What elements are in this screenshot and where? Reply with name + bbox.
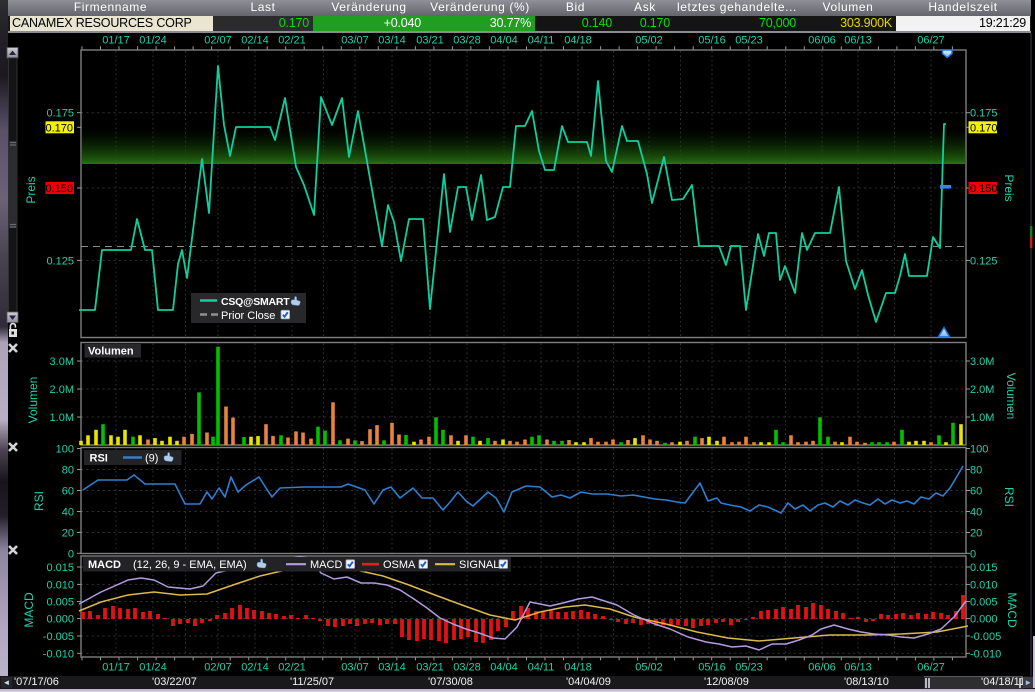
svg-text:1.0M: 1.0M xyxy=(970,412,994,424)
svg-text:06/06: 06/06 xyxy=(808,35,836,47)
svg-text:06/27: 06/27 xyxy=(917,35,945,47)
svg-text:04/04: 04/04 xyxy=(490,662,518,674)
svg-text:0.000: 0.000 xyxy=(46,614,74,626)
svg-text:-0.010: -0.010 xyxy=(970,648,1001,660)
svg-text:-0.010: -0.010 xyxy=(43,648,74,660)
svg-text:SIGNAL: SIGNAL xyxy=(459,559,499,571)
svg-text:0.000: 0.000 xyxy=(970,614,998,626)
svg-text:04/11: 04/11 xyxy=(528,662,555,674)
svg-text:02/14: 02/14 xyxy=(241,35,269,47)
svg-text:Prior Close: Prior Close xyxy=(221,310,275,322)
svg-text:(9): (9) xyxy=(145,453,158,465)
svg-text:RSI: RSI xyxy=(32,491,46,511)
svg-text:Volumen: Volumen xyxy=(88,346,134,358)
svg-text:03/07: 03/07 xyxy=(341,35,369,47)
svg-text:20: 20 xyxy=(62,528,74,540)
svg-text:100: 100 xyxy=(56,444,74,456)
svg-text:MACD: MACD xyxy=(88,559,121,571)
svg-text:1.0M: 1.0M xyxy=(50,412,74,424)
svg-text:MACD: MACD xyxy=(22,592,36,628)
svg-text:0.170: 0.170 xyxy=(970,122,998,134)
svg-text:0.015: 0.015 xyxy=(970,562,998,574)
svg-text:03/21: 03/21 xyxy=(416,35,444,47)
svg-text:40: 40 xyxy=(62,507,74,519)
svg-text:01/17: 01/17 xyxy=(102,662,130,674)
svg-text:100: 100 xyxy=(970,444,988,456)
svg-text:03/14: 03/14 xyxy=(378,662,406,674)
svg-text:03/21: 03/21 xyxy=(416,662,444,674)
svg-text:MACD: MACD xyxy=(1005,592,1019,628)
svg-text:0.010: 0.010 xyxy=(970,579,998,591)
svg-text:04/18: 04/18 xyxy=(564,662,592,674)
svg-text:CSQ@SMART: CSQ@SMART xyxy=(221,296,290,308)
svg-text:3.0M: 3.0M xyxy=(50,356,74,368)
svg-text:RSI: RSI xyxy=(1002,487,1016,507)
svg-text:2.0M: 2.0M xyxy=(50,384,74,396)
svg-text:-0.005: -0.005 xyxy=(43,631,74,643)
svg-text:40: 40 xyxy=(970,507,982,519)
svg-text:03/28: 03/28 xyxy=(453,662,481,674)
svg-text:05/16: 05/16 xyxy=(698,35,726,47)
svg-text:MACD: MACD xyxy=(310,559,342,571)
svg-text:06/13: 06/13 xyxy=(844,35,872,47)
svg-text:02/21: 02/21 xyxy=(278,35,306,47)
svg-text:Volumen: Volumen xyxy=(26,377,40,424)
svg-text:Preis: Preis xyxy=(24,176,38,203)
svg-text:0.015: 0.015 xyxy=(46,562,74,574)
svg-text:05/23: 05/23 xyxy=(735,662,763,674)
svg-text:0: 0 xyxy=(970,548,976,560)
svg-text:0.125: 0.125 xyxy=(970,255,998,267)
svg-text:80: 80 xyxy=(62,465,74,477)
svg-text:0.150: 0.150 xyxy=(45,183,73,195)
svg-text:0.170: 0.170 xyxy=(45,122,73,134)
svg-text:0.175: 0.175 xyxy=(970,108,998,120)
svg-text:-0.005: -0.005 xyxy=(970,631,1001,643)
svg-text:01/24: 01/24 xyxy=(139,662,167,674)
svg-text:0.175: 0.175 xyxy=(46,108,74,120)
svg-text:Volumen: Volumen xyxy=(1004,373,1018,420)
svg-text:03/07: 03/07 xyxy=(341,662,369,674)
svg-text:60: 60 xyxy=(62,486,74,498)
svg-text:0: 0 xyxy=(68,548,74,560)
svg-text:04/11: 04/11 xyxy=(528,35,555,47)
svg-text:0.125: 0.125 xyxy=(46,255,74,267)
svg-text:2.0M: 2.0M xyxy=(970,384,994,396)
svg-text:03/28: 03/28 xyxy=(453,35,481,47)
svg-text:RSI: RSI xyxy=(90,453,108,465)
svg-text:02/07: 02/07 xyxy=(204,662,232,674)
svg-text:05/23: 05/23 xyxy=(735,35,763,47)
svg-text:05/02: 05/02 xyxy=(635,35,663,47)
svg-text:OSMA: OSMA xyxy=(383,559,416,571)
svg-text:0.005: 0.005 xyxy=(46,597,74,609)
svg-text:05/16: 05/16 xyxy=(698,662,726,674)
svg-text:20: 20 xyxy=(970,528,982,540)
svg-text:03/14: 03/14 xyxy=(378,35,406,47)
svg-text:80: 80 xyxy=(970,465,982,477)
svg-text:3.0M: 3.0M xyxy=(970,356,994,368)
svg-text:0.005: 0.005 xyxy=(970,597,998,609)
svg-text:04/18: 04/18 xyxy=(564,35,592,47)
svg-text:06/06: 06/06 xyxy=(808,662,836,674)
svg-text:01/17: 01/17 xyxy=(102,35,130,47)
svg-text:0.010: 0.010 xyxy=(46,579,74,591)
svg-text:04/04: 04/04 xyxy=(490,35,518,47)
svg-text:Preis: Preis xyxy=(1002,174,1016,201)
svg-text:(12, 26, 9 - EMA, EMA): (12, 26, 9 - EMA, EMA) xyxy=(133,559,247,571)
svg-text:02/07: 02/07 xyxy=(204,35,232,47)
svg-text:05/02: 05/02 xyxy=(635,662,663,674)
svg-text:02/14: 02/14 xyxy=(241,662,269,674)
svg-text:06/27: 06/27 xyxy=(917,662,945,674)
svg-text:02/21: 02/21 xyxy=(278,662,306,674)
svg-text:06/13: 06/13 xyxy=(844,662,872,674)
svg-text:01/24: 01/24 xyxy=(139,35,167,47)
svg-text:60: 60 xyxy=(970,486,982,498)
svg-text:0.150: 0.150 xyxy=(970,183,998,195)
